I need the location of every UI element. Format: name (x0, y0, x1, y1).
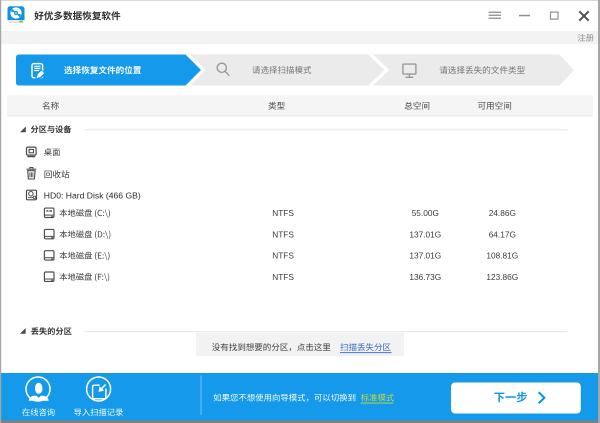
svg-text:136.73G: 136.73G (409, 272, 441, 282)
svg-text:NTFS: NTFS (272, 208, 294, 218)
svg-text:137.01G: 137.01G (409, 229, 441, 239)
svg-text:NTFS: NTFS (272, 272, 294, 282)
svg-text:55.00G: 55.00G (412, 208, 439, 218)
svg-text:64.17G: 64.17G (489, 229, 516, 239)
svg-text:123.86G: 123.86G (486, 272, 518, 282)
svg-text:NTFS: NTFS (272, 251, 294, 261)
svg-text:NTFS: NTFS (272, 229, 294, 239)
svg-text:24.86G: 24.86G (489, 208, 516, 218)
svg-text:HD0: Hard Disk (466 GB): HD0: Hard Disk (466 GB) (44, 190, 141, 200)
svg-text:108.81G: 108.81G (486, 251, 518, 261)
svg-text:137.01G: 137.01G (409, 251, 441, 261)
